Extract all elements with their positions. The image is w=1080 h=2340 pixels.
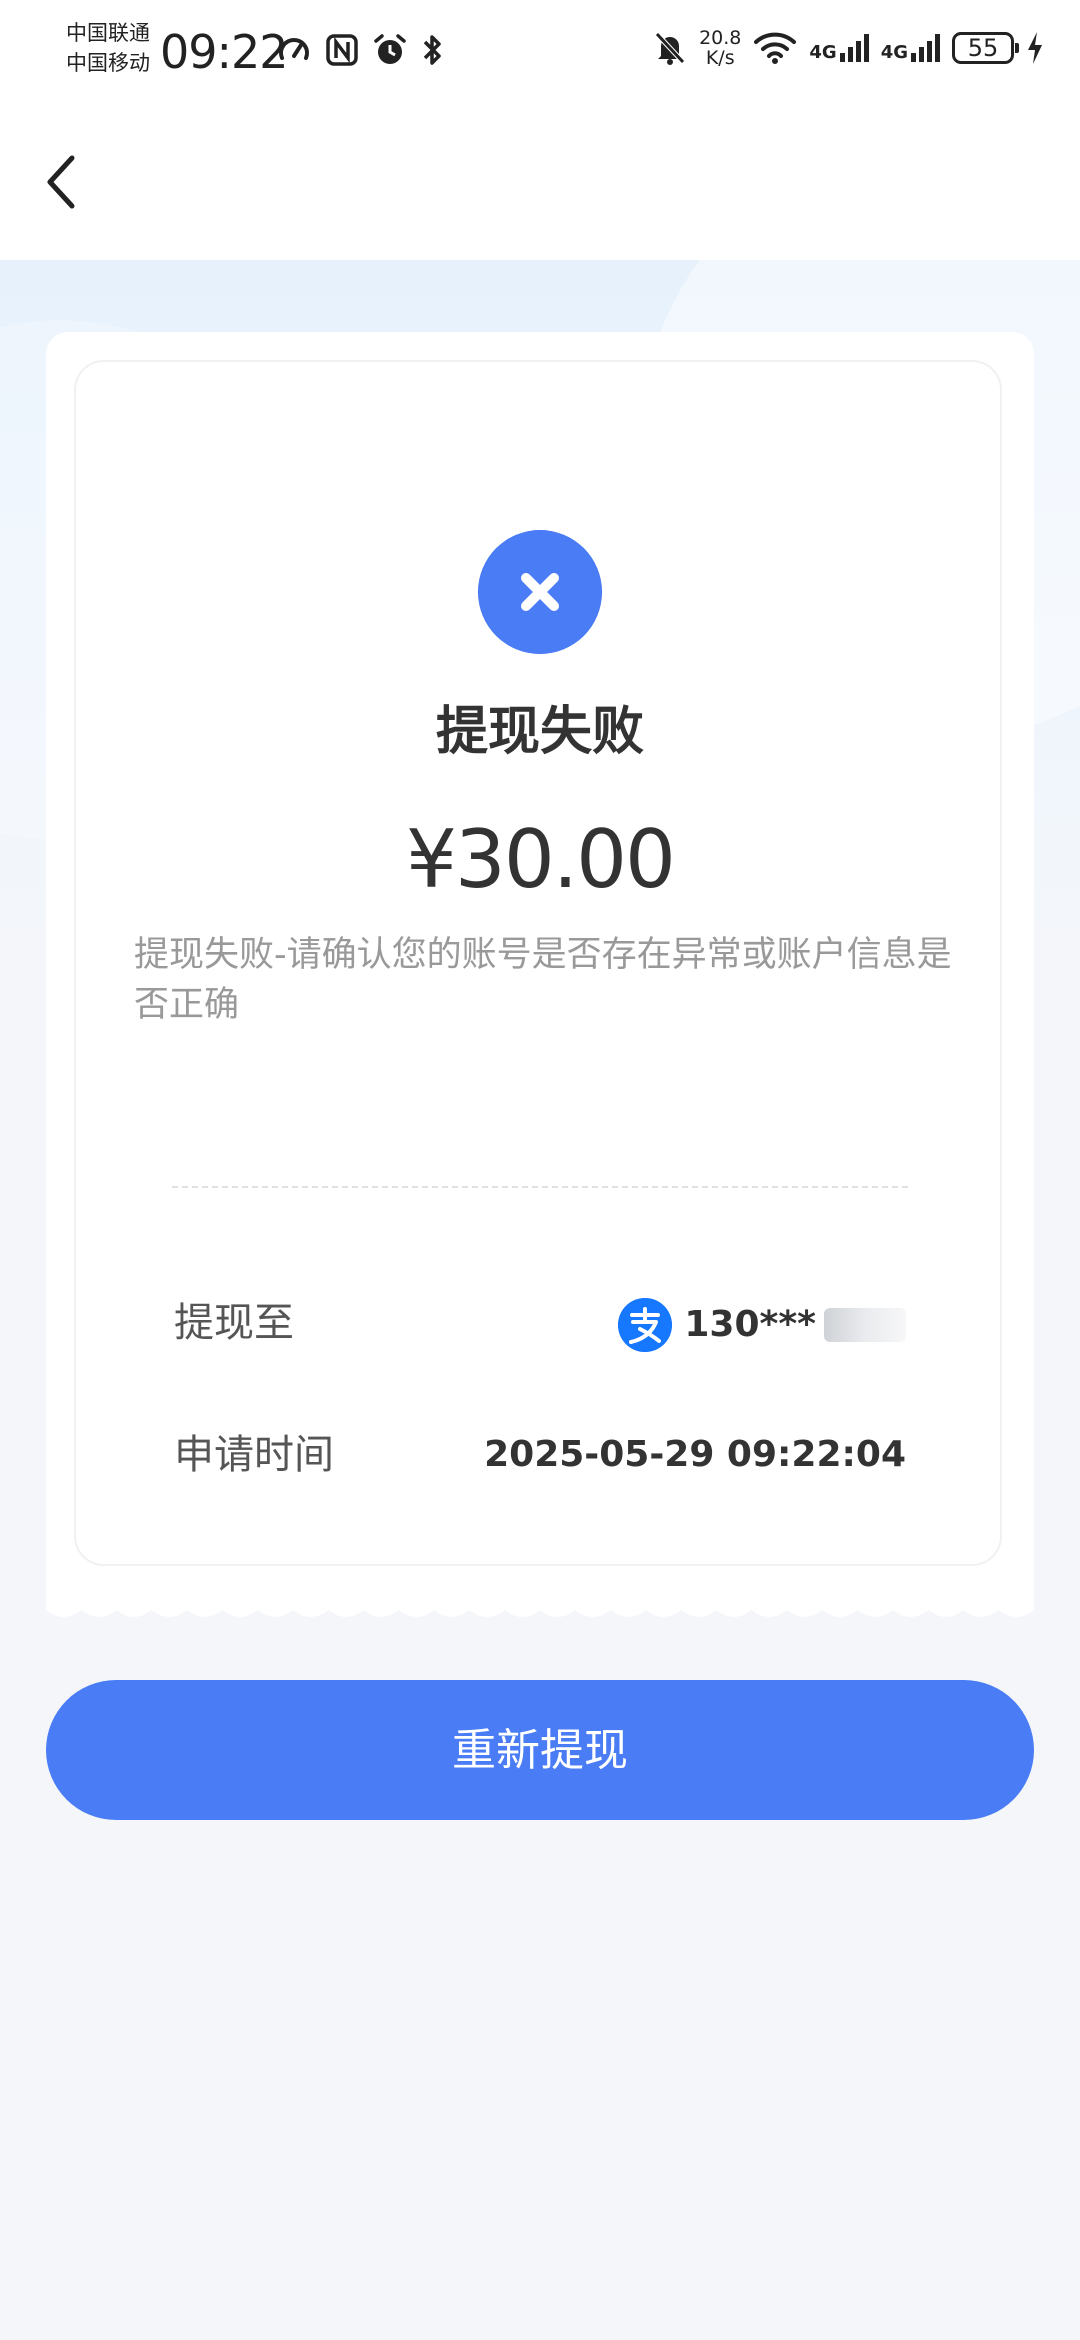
battery-indicator: 55: [952, 32, 1019, 64]
signal-2: 4G: [881, 33, 940, 63]
close-icon: [478, 530, 602, 654]
charging-icon: [1028, 32, 1042, 64]
status-bar: 中国联通 中国移动 09:22 20.8 K/s 4G 4G 55: [0, 0, 1080, 100]
carrier-2: 中国移动: [66, 51, 150, 75]
signal-1: 4G: [809, 33, 869, 63]
alipay-icon: [618, 1298, 673, 1352]
speed-unit: K/s: [705, 47, 735, 69]
top-app-bar: [0, 100, 1080, 260]
nfc-icon: [326, 34, 358, 66]
status-left-icons: [276, 32, 446, 68]
status-right-icons: 20.8 K/s 4G 4G 55: [653, 28, 1044, 68]
result-card: 提现失败 ¥30.00 提现失败-请确认您的账号是否存在异常或账户信息是否正确 …: [46, 332, 1034, 1617]
result-title: 提现失败: [435, 702, 644, 762]
apply-time-label: 申请时间: [174, 1432, 334, 1478]
bluetooth-icon: [423, 35, 441, 65]
account-number: 130***: [684, 1304, 816, 1345]
alarm-icon: [374, 34, 406, 64]
apply-time-value: 2025-05-29 09:22:04: [484, 1434, 906, 1475]
blurred-digits: [824, 1308, 906, 1342]
wifi-icon: [754, 32, 797, 64]
carrier-names: 中国联通 中国移动: [66, 18, 150, 78]
dashed-divider: [172, 1186, 908, 1188]
retry-withdraw-button[interactable]: 重新提现: [46, 1680, 1034, 1820]
speed-value: 20.8: [699, 27, 742, 49]
network-type-2: 4G: [880, 42, 908, 63]
ticket-edge: [46, 1602, 1034, 1617]
withdraw-account: 130***: [618, 1298, 906, 1352]
signal-bars-icon: [839, 34, 869, 62]
withdraw-amount: ¥30.00: [406, 813, 676, 906]
network-type-1: 4G: [809, 42, 837, 63]
network-speed: 20.8 K/s: [699, 28, 741, 68]
status-time: 09:22: [160, 25, 289, 79]
chevron-left-icon[interactable]: [40, 150, 90, 214]
speedometer-icon: [279, 38, 309, 60]
withdraw-to-label: 提现至: [174, 1300, 294, 1346]
signal-bars-icon: [911, 34, 940, 62]
failure-description: 提现失败-请确认您的账号是否存在异常或账户信息是否正确: [134, 935, 952, 1025]
carrier-1: 中国联通: [66, 21, 150, 45]
mute-bell-icon: [655, 32, 685, 65]
